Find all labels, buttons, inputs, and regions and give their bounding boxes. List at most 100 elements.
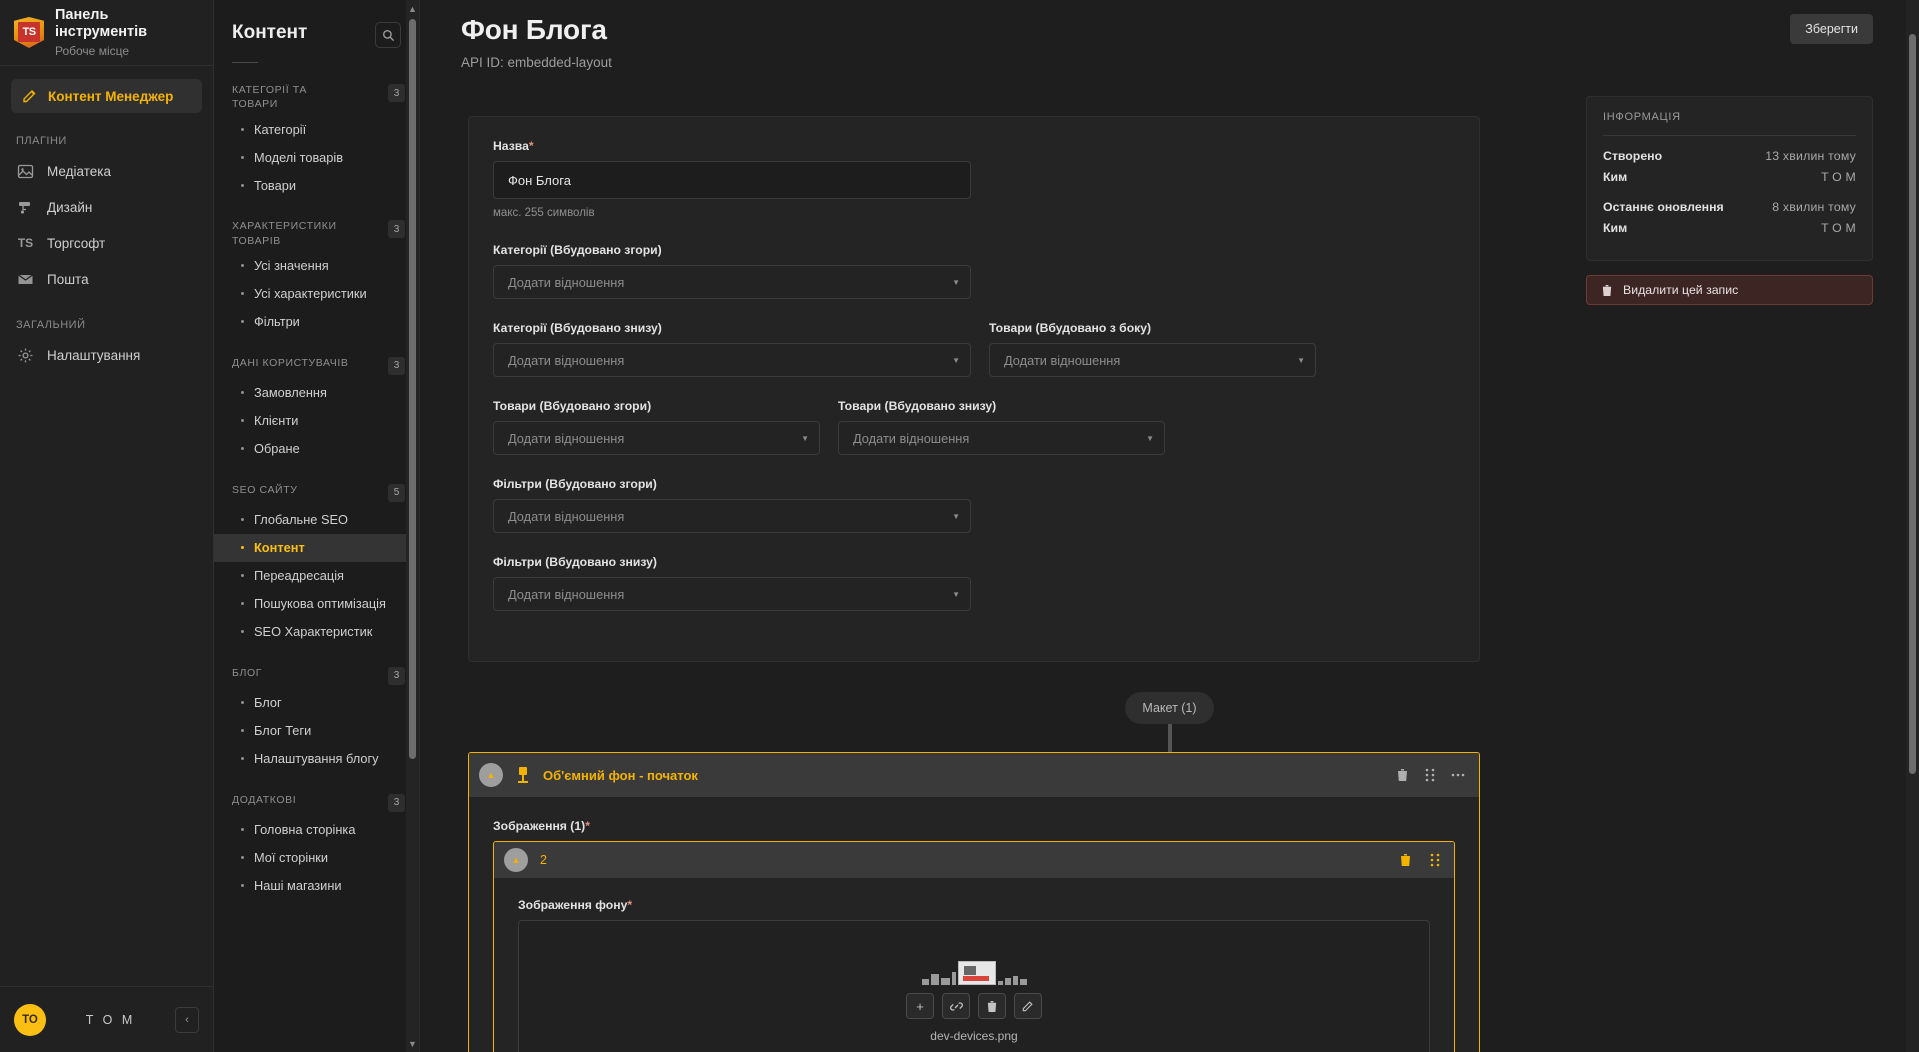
- edit-file-button[interactable]: [1014, 993, 1042, 1019]
- panel-section-title: SEO САЙТУ: [232, 483, 298, 496]
- sidebar-item-media-library[interactable]: Медіатека: [0, 153, 213, 189]
- panel-item-3-of-section-5[interactable]: Налаштування блогу: [214, 745, 419, 773]
- bullet-icon: [241, 518, 244, 522]
- panel-item-1-of-section-1[interactable]: Категорії: [214, 115, 419, 143]
- relation-select[interactable]: Додати відношення ▼: [838, 421, 1165, 455]
- panel-item-label: Переадресація: [254, 568, 344, 584]
- collapse-repeatable-toggle[interactable]: ▲: [504, 848, 528, 872]
- main-scroll-thumb[interactable]: [1909, 34, 1916, 774]
- relation-field-label: Товари (Вбудовано знизу): [838, 399, 997, 413]
- panel-scroll-thumb[interactable]: [409, 19, 416, 759]
- panel-item-label: Пошукова оптимізація: [254, 596, 386, 612]
- relation-placeholder: Додати відношення: [508, 430, 625, 446]
- information-row: Створено 13 хвилин тому: [1603, 149, 1856, 163]
- sidebar-item-content-manager[interactable]: Контент Менеджер: [11, 79, 202, 113]
- name-input[interactable]: [493, 161, 971, 199]
- sidebar-item-design[interactable]: Дизайн: [0, 189, 213, 225]
- panel-item-3-of-section-4[interactable]: Переадресація: [214, 562, 419, 590]
- bullet-icon: [241, 320, 244, 324]
- panel-section-header: БЛОГ 3: [214, 646, 419, 689]
- panel-item-2-of-section-6[interactable]: Мої сторінки: [214, 844, 419, 872]
- relation-field-label: Категорії (Вбудовано згори): [493, 243, 662, 257]
- drag-handle-icon[interactable]: [1425, 768, 1435, 782]
- panel-scrollbar[interactable]: ▲ ▼: [406, 0, 419, 1052]
- sidebar-item-mail[interactable]: Пошта: [0, 261, 213, 297]
- chip-stem: [1167, 724, 1172, 752]
- relation-field-4: Товари (Вбудовано згори) Додати відношенн…: [493, 399, 820, 455]
- dynamic-zone-component: ▲ Об'ємний фон - початок Зображення (1)*…: [468, 752, 1480, 1052]
- panel-item-label: Контент: [254, 540, 305, 556]
- panel-item-4-of-section-4[interactable]: Пошукова оптимізація: [214, 590, 419, 618]
- panel-item-label: Фільтри: [254, 314, 300, 330]
- content-panel-header: Контент: [214, 0, 419, 48]
- save-button[interactable]: Зберегти: [1790, 14, 1873, 44]
- relation-field-2: Категорії (Вбудовано знизу) Додати віднош…: [493, 321, 971, 377]
- panel-section-header: ХАРАКТЕРИСТИКИ ТОВАРІВ 3: [214, 199, 419, 251]
- panel-section-title: ДОДАТКОВІ: [232, 793, 297, 806]
- panel-item-3-of-section-2[interactable]: Фільтри: [214, 308, 419, 336]
- relation-select[interactable]: Додати відношення ▼: [493, 343, 971, 377]
- panel-section-title: ХАРАКТЕРИСТИКИ ТОВАРІВ: [232, 220, 337, 247]
- relation-select[interactable]: Додати відношення ▼: [493, 265, 971, 299]
- collapse-component-toggle[interactable]: ▲: [479, 763, 503, 787]
- link-file-button[interactable]: [942, 993, 970, 1019]
- relation-placeholder: Додати відношення: [1004, 352, 1121, 368]
- avatar[interactable]: TO: [14, 1003, 46, 1036]
- relation-select[interactable]: Додати відношення ▼: [493, 421, 820, 455]
- page-title: Фон Блога: [461, 14, 607, 45]
- relation-select[interactable]: Додати відношення ▼: [493, 577, 971, 611]
- relation-field-1: Категорії (Вбудовано згори) Додати віднош…: [493, 243, 971, 299]
- panel-section-badge: 3: [388, 356, 405, 375]
- relation-select[interactable]: Додати відношення ▼: [493, 499, 971, 533]
- panel-item-label: Замовлення: [254, 385, 327, 401]
- panel-item-2-of-section-3[interactable]: Клієнти: [214, 407, 419, 435]
- delete-component-icon[interactable]: [1396, 768, 1409, 782]
- content-panel-list: КАТЕГОРІЇ ТА ТОВАРИ 3 Категорії Моделі това…: [214, 63, 419, 1052]
- panel-item-1-of-section-5[interactable]: Блог: [214, 689, 419, 717]
- panel-item-2-of-section-5[interactable]: Блог Теги: [214, 717, 419, 745]
- main-scrollbar[interactable]: [1906, 0, 1919, 1052]
- gear-icon: [16, 346, 35, 365]
- panel-item-1-of-section-3[interactable]: Замовлення: [214, 379, 419, 407]
- sidebar-item-torgsoft[interactable]: TS Торгсофт: [0, 225, 213, 261]
- bullet-icon: [241, 856, 244, 860]
- panel-item-3-of-section-3[interactable]: Обране: [214, 435, 419, 463]
- sidebar-group-label-general: ЗАГАЛЬНИЙ: [16, 319, 86, 331]
- relation-select[interactable]: Додати відношення ▼: [989, 343, 1316, 377]
- ts-icon: TS: [17, 236, 34, 250]
- more-options-icon[interactable]: [1451, 772, 1465, 778]
- panel-item-3-of-section-1[interactable]: Товари: [214, 171, 419, 199]
- relation-field-label: Товари (Вбудовано згори): [493, 399, 652, 413]
- panel-item-3-of-section-6[interactable]: Наші магазини: [214, 872, 419, 900]
- sidebar-item-settings[interactable]: Налаштування: [0, 337, 213, 373]
- delete-repeatable-icon[interactable]: [1399, 853, 1412, 867]
- add-file-button[interactable]: +: [906, 993, 934, 1019]
- panel-item-2-of-section-1[interactable]: Моделі товарів: [214, 143, 419, 171]
- chevron-down-icon: ▼: [952, 355, 960, 365]
- panel-item-2-of-section-4[interactable]: Контент: [214, 533, 419, 562]
- information-sidebar: ІНФОРМАЦІЯ Створено 13 хвилин тому Ким T O …: [1586, 96, 1873, 305]
- scroll-down-arrow[interactable]: ▼: [408, 1035, 417, 1052]
- images-label-text: Зображення (1): [493, 819, 586, 833]
- scroll-up-arrow[interactable]: ▲: [408, 0, 417, 17]
- relation-field-label: Категорії (Вбудовано знизу): [493, 321, 662, 335]
- layout-chip[interactable]: Макет (1): [1125, 692, 1214, 724]
- name-field-label: Назва*: [493, 139, 1455, 153]
- panel-item-5-of-section-4[interactable]: SEO Характеристик: [214, 618, 419, 646]
- search-button[interactable]: [375, 22, 401, 48]
- required-marker: *: [627, 898, 633, 912]
- panel-item-label: Усі характеристики: [254, 286, 367, 302]
- drag-handle-icon[interactable]: [1430, 853, 1440, 867]
- media-upload-box[interactable]: + dev-devices.png: [518, 920, 1430, 1052]
- panel-item-1-of-section-6[interactable]: Головна сторінка: [214, 816, 419, 844]
- information-key: Створено: [1603, 149, 1663, 163]
- panel-item-1-of-section-4[interactable]: Глобальне SEO: [214, 506, 419, 534]
- panel-item-1-of-section-2[interactable]: Усі значення: [214, 252, 419, 280]
- panel-item-2-of-section-2[interactable]: Усі характеристики: [214, 280, 419, 308]
- information-value: 13 хвилин тому: [1765, 149, 1856, 163]
- collapse-sidebar-button[interactable]: ‹: [175, 1006, 199, 1033]
- delete-entry-button[interactable]: Видалити цей запис: [1586, 275, 1873, 305]
- panel-item-label: Блог: [254, 695, 282, 711]
- delete-file-button[interactable]: [978, 993, 1006, 1019]
